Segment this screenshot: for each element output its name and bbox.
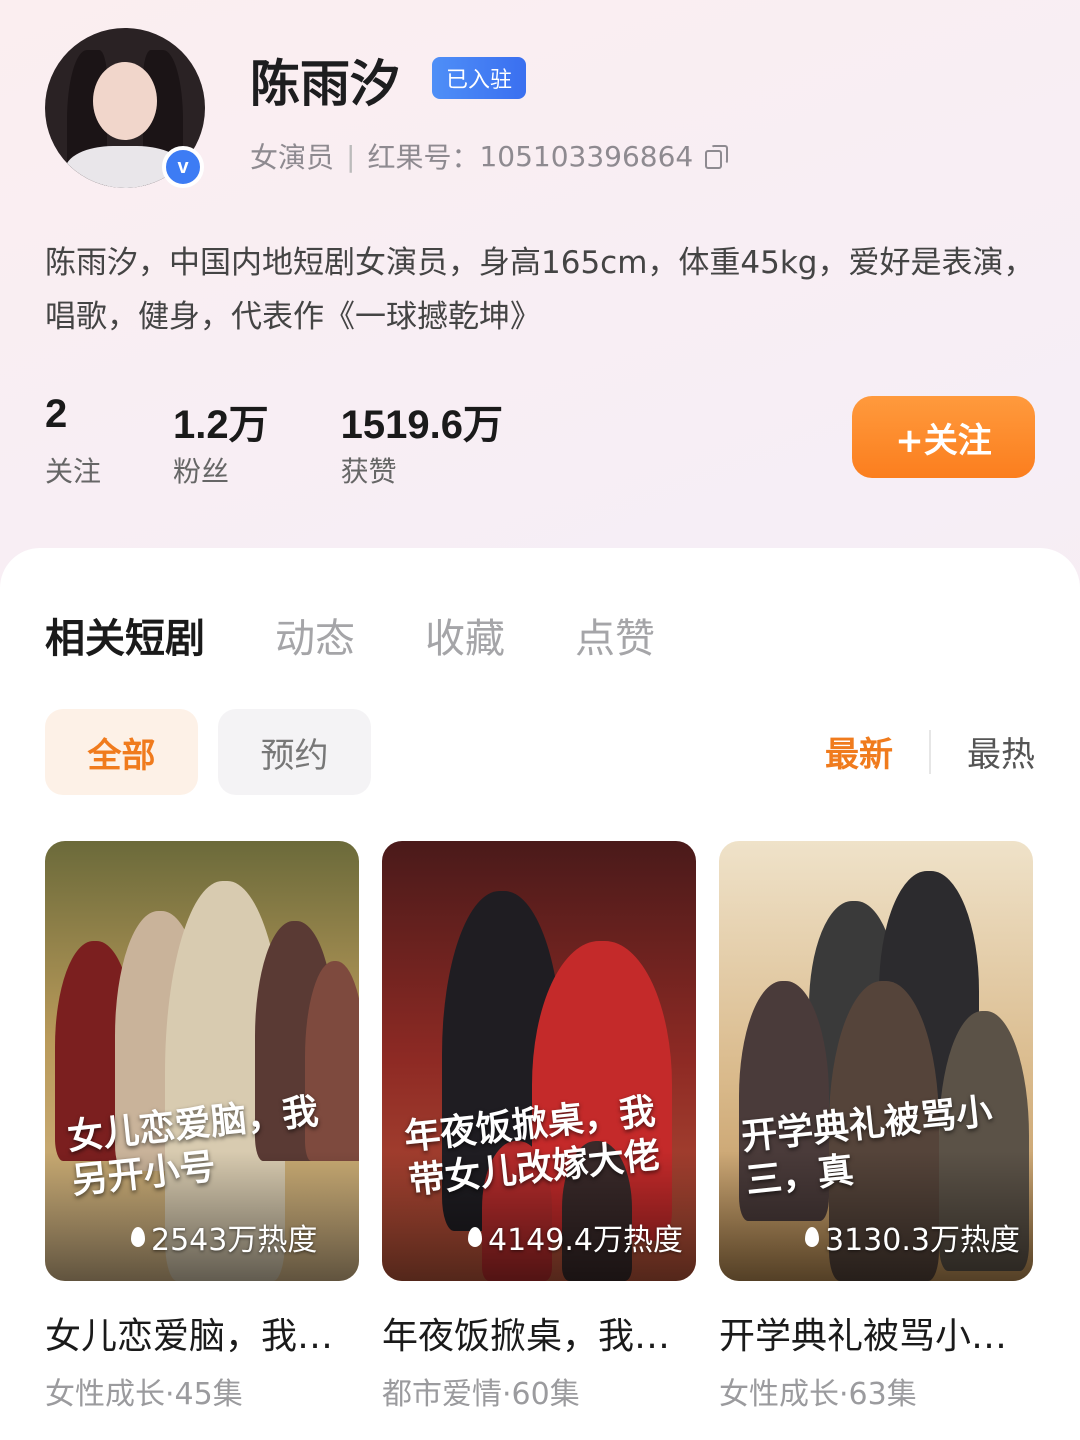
tab-bar: 相关短剧 动态 收藏 点赞	[45, 606, 655, 664]
profile-bio: 陈雨汐，中国内地短剧女演员，身高165cm，体重45kg，爱好是表演，唱歌，健身…	[45, 245, 1035, 335]
content-panel: 相关短剧 动态 收藏 点赞 全部 预约 最新 最热 女儿恋爱脑，我另开小号 25…	[0, 548, 1080, 1440]
heat-value: 4149.4万热度	[488, 1223, 683, 1258]
stat-following[interactable]: 2 关注	[45, 392, 101, 490]
profile-header: v 陈雨汐 已入驻 女演员 | 红果号： 105103396864 陈雨汐，中国…	[0, 0, 1080, 560]
drama-card[interactable]: 女儿恋爱脑，我另开小号 2543万热度 女儿恋爱脑，我… 女性成长·45集	[45, 841, 359, 1413]
drama-title[interactable]: 开学典礼被骂小…	[719, 1307, 1033, 1359]
tab-posts[interactable]: 动态	[275, 606, 355, 664]
drama-card[interactable]: 开学典礼被骂小三，真 3130.3万热度 开学典礼被骂小… 女性成长·63集	[719, 841, 1033, 1413]
drama-meta: 女性成长·45集	[45, 1377, 243, 1412]
filter-reserved-chip[interactable]: 预约	[218, 709, 371, 795]
filter-all-chip[interactable]: 全部	[45, 709, 198, 795]
drama-poster[interactable]: 开学典礼被骂小三，真 3130.3万热度	[719, 841, 1033, 1281]
sort-latest[interactable]: 最新	[825, 727, 893, 776]
profile-stats: 2 关注 1.2万 粉丝 1519.6万 获赞	[45, 392, 575, 490]
stat-likes[interactable]: 1519.6万 获赞	[341, 392, 503, 490]
drama-title[interactable]: 女儿恋爱脑，我…	[45, 1307, 359, 1359]
heat-value: 3130.3万热度	[825, 1223, 1020, 1258]
filter-chips: 全部 预约	[45, 709, 371, 795]
drama-meta: 女性成长·63集	[719, 1377, 917, 1412]
stat-value: 1.2万	[173, 403, 269, 447]
heat-value: 2543万热度	[151, 1223, 318, 1258]
stat-value: 2	[45, 392, 68, 436]
profile-meta: 女演员 | 红果号： 105103396864	[250, 136, 729, 176]
fire-icon	[131, 1227, 145, 1247]
stat-value: 1519.6万	[340, 403, 503, 447]
heat-label: 4149.4万热度	[468, 1215, 683, 1259]
drama-list: 女儿恋爱脑，我另开小号 2543万热度 女儿恋爱脑，我… 女性成长·45集 年夜…	[45, 841, 1033, 1413]
profile-name: 陈雨汐	[250, 55, 400, 113]
drama-meta: 都市爱情·60集	[382, 1377, 580, 1412]
meta-divider: |	[346, 139, 356, 173]
sort-divider	[929, 729, 931, 774]
settled-badge: 已入驻	[432, 57, 527, 99]
profile-id-value: 105103396864	[479, 139, 694, 173]
profile-id-label: 红果号：	[367, 141, 480, 174]
drama-poster[interactable]: 女儿恋爱脑，我另开小号 2543万热度	[45, 841, 359, 1281]
stat-label: 关注	[45, 455, 102, 488]
drama-poster[interactable]: 年夜饭掀桌，我带女儿改嫁大佬 4149.4万热度	[382, 841, 696, 1281]
profile-role: 女演员	[250, 141, 335, 174]
tab-related-dramas[interactable]: 相关短剧	[45, 606, 205, 664]
stat-label: 获赞	[340, 455, 397, 488]
follow-button[interactable]: +关注	[852, 396, 1035, 478]
sort-toggle: 最新 最热	[825, 727, 1035, 776]
sort-hottest[interactable]: 最热	[967, 727, 1035, 776]
drama-card[interactable]: 年夜饭掀桌，我带女儿改嫁大佬 4149.4万热度 年夜饭掀桌，我… 都市爱情·6…	[382, 841, 696, 1413]
fire-icon	[805, 1227, 819, 1247]
heat-label: 3130.3万热度	[805, 1215, 1020, 1259]
tab-likes[interactable]: 点赞	[575, 606, 655, 664]
stat-label: 粉丝	[173, 455, 230, 488]
fire-icon	[468, 1227, 482, 1247]
copy-icon[interactable]	[705, 145, 729, 169]
drama-title[interactable]: 年夜饭掀桌，我…	[382, 1307, 696, 1359]
heat-label: 2543万热度	[131, 1215, 317, 1259]
verified-icon: v	[162, 146, 204, 188]
tab-favorites[interactable]: 收藏	[425, 606, 505, 664]
stat-followers[interactable]: 1.2万 粉丝	[173, 392, 269, 490]
